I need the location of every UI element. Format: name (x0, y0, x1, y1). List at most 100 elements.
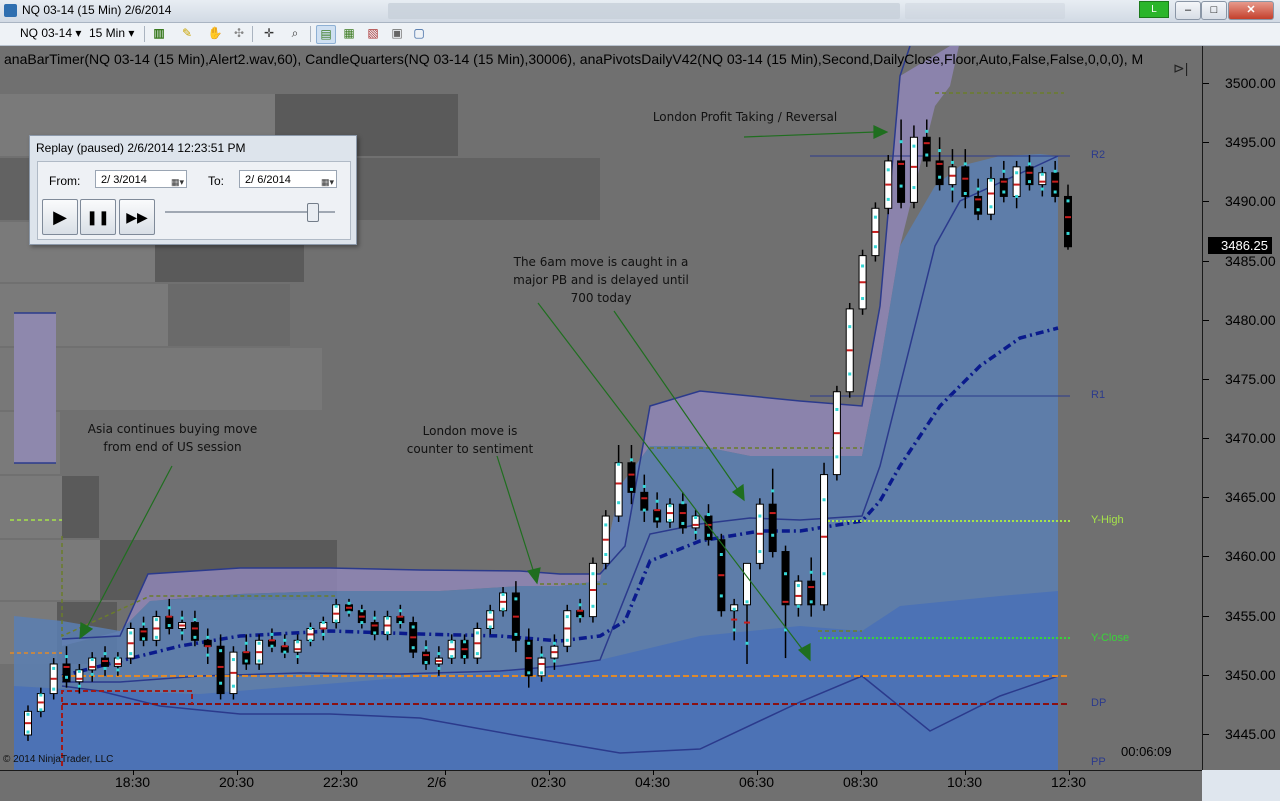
hand-icon[interactable]: ✋ (206, 25, 224, 42)
calendar-icon[interactable]: ▦▾ (171, 173, 184, 191)
maximize-button[interactable]: □ (1201, 1, 1227, 20)
candle-quarter-dot (989, 205, 993, 209)
candle-quarter-dot (796, 584, 800, 588)
time-tick-mark (653, 770, 654, 775)
play-button[interactable]: ▶ (42, 199, 78, 235)
price-tick-label: 3480.00 (1203, 311, 1276, 328)
strategy-icon[interactable]: ▤ (316, 25, 336, 44)
bar-type-icon[interactable]: ▥ (150, 25, 168, 42)
indicators-icon[interactable]: ▦ (340, 25, 358, 42)
candle-quarter-dot (732, 607, 736, 611)
time-tick-label: 10:30 (947, 774, 983, 790)
price-axis[interactable]: 3500.00 3495.00 3490.00 3485.00 3480.00 3475.… (1202, 46, 1280, 770)
templates-icon[interactable]: ▢ (410, 25, 428, 42)
candle-quarter-dot (1040, 172, 1044, 176)
candle-quarter-dot (989, 178, 993, 182)
annotation-6am: The 6am move is caught in a major PB and … (513, 255, 689, 305)
candle-quarter-dot (873, 245, 877, 249)
candle-quarter-dot (206, 635, 210, 639)
candle-quarter-dot (719, 552, 723, 556)
candle-quarter-dot (745, 641, 749, 645)
to-date-field[interactable]: 2/ 6/2014 ▦▾ (239, 170, 337, 188)
candle-quarter-dot (475, 652, 479, 656)
price-tick-label: 3500.00 (1203, 75, 1276, 91)
candle-up (614, 462, 623, 517)
candle-quarter-dot (501, 607, 505, 611)
candle-quarter-dot (193, 618, 197, 622)
candle-quarter-dot (617, 462, 621, 466)
time-tick-mark (861, 770, 862, 775)
interval-selector[interactable]: 15 Min ▾ (89, 26, 134, 40)
time-tick-mark (341, 770, 342, 775)
fast-forward-button[interactable]: ▶▶ (119, 199, 155, 235)
minimize-button[interactable]: – (1175, 1, 1201, 20)
candle-quarter-dot (65, 655, 69, 659)
candle-quarter-dot (809, 570, 813, 574)
candle-quarter-dot (219, 681, 223, 685)
candle-quarter-dot (861, 264, 865, 268)
profile-box (0, 540, 100, 600)
r1-label: R1 (1091, 389, 1106, 401)
price-tick-label: 3490.00 (1203, 193, 1276, 210)
candle-quarter-dot (334, 619, 338, 623)
properties-icon[interactable]: ▣ (388, 25, 406, 42)
candle-down (101, 657, 110, 667)
replay-speed-slider[interactable] (307, 203, 320, 222)
candle-quarter-dot (501, 592, 505, 596)
toolbar-separator (252, 26, 253, 42)
calendar-icon[interactable]: ▦▾ (321, 173, 334, 191)
candle-quarter-dot (912, 186, 916, 190)
zoom-icon[interactable]: ⌕ (286, 25, 304, 42)
candle-quarter-dot (976, 187, 980, 191)
candle-quarter-dot (668, 504, 672, 508)
candle-quarter-dot (578, 603, 582, 607)
indicator-list: anaBarTimer(NQ 03-14 (15 Min),Alert2.wav… (4, 51, 1144, 67)
candle-quarter-dot (822, 572, 826, 576)
candle-quarter-dot (899, 140, 903, 144)
candle-quarter-dot (154, 618, 158, 622)
candle-quarter-dot (347, 610, 351, 614)
time-axis[interactable]: 18:30 20:30 22:30 2/6 02:30 04:30 06:30 08:30 10… (0, 770, 1202, 801)
candle-quarter-dot (180, 631, 184, 635)
candle-quarter-dot (899, 184, 903, 188)
pin-icon[interactable]: ✣ (230, 25, 248, 42)
candle-quarter-dot (771, 533, 775, 537)
candle-quarter-dot (1053, 190, 1057, 194)
pencil-icon[interactable]: ✎ (178, 25, 196, 42)
candle-quarter-dot (437, 666, 441, 670)
instrument-selector[interactable]: NQ 03-14 ▾ (20, 26, 81, 40)
candle-quarter-dot (296, 655, 300, 659)
price-tick-label: 3465.00 (1203, 489, 1276, 506)
candle-quarter-dot (1066, 231, 1070, 235)
bar-timer: 00:06:09 (1121, 744, 1172, 759)
candle-quarter-dot (103, 652, 107, 656)
candle-quarter-dot (527, 641, 531, 645)
candle-quarter-dot (1002, 190, 1006, 194)
candle-quarter-dot (463, 640, 467, 644)
candle-quarter-dot (886, 197, 890, 201)
title-bar-tabs-extra (905, 3, 1065, 19)
candle-up (820, 474, 829, 606)
annotation-london: London move is counter to sentiment (406, 424, 534, 456)
candle-quarter-dot (668, 518, 672, 522)
scroll-arrow-icon[interactable]: ⊳| (1173, 60, 1188, 77)
candle-quarter-dot (1066, 199, 1070, 203)
data-box-icon[interactable]: ▧ (364, 25, 382, 42)
from-date-field[interactable]: 2/ 3/2014 ▦▾ (95, 170, 187, 188)
candle-quarter-dot (706, 533, 710, 537)
candle-quarter-dot (861, 297, 865, 301)
candle-quarter-dot (552, 641, 556, 645)
price-tick-label: 3495.00 (1203, 134, 1276, 151)
candle-quarter-dot (745, 600, 749, 604)
candle-quarter-dot (270, 644, 274, 648)
candle-quarter-dot (488, 625, 492, 629)
candle-quarter-dot (437, 652, 441, 656)
candle-down (781, 551, 790, 606)
candle-quarter-dot (963, 162, 967, 166)
close-button[interactable]: ✕ (1228, 1, 1274, 20)
time-tick-label: 04:30 (635, 774, 671, 790)
candle-quarter-dot (488, 610, 492, 614)
candle-quarter-dot (578, 615, 582, 619)
pause-button[interactable]: ❚❚ (80, 199, 116, 235)
crosshair-icon[interactable]: ✛ (260, 25, 278, 42)
